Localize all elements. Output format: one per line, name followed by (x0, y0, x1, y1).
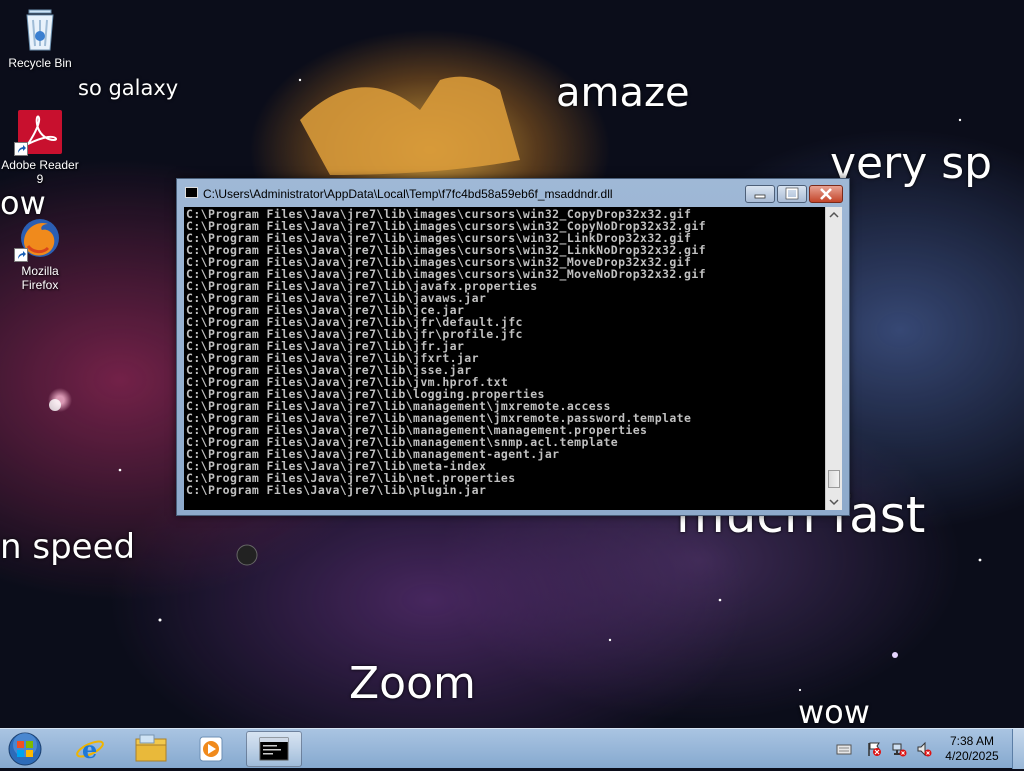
desktop-icon-label: Adobe Reader 9 (1, 158, 79, 186)
recycle-bin-icon (21, 6, 59, 52)
chevron-down-icon (829, 499, 839, 506)
scroll-down-button[interactable] (826, 494, 842, 510)
window-titlebar[interactable]: C:\Users\Administrator\AppData\Local\Tem… (177, 179, 849, 207)
console-window[interactable]: C:\Users\Administrator\AppData\Local\Tem… (176, 178, 850, 516)
svg-text:e: e (82, 735, 97, 764)
desktop-icon-firefox[interactable]: Mozilla Firefox (0, 216, 80, 292)
taskbar: e 7:38 AM 4/20/2025 (0, 728, 1024, 769)
start-orb-icon (8, 732, 42, 766)
shortcut-arrow-icon (14, 248, 28, 262)
start-button[interactable] (4, 731, 46, 767)
close-icon (820, 188, 832, 200)
maximize-button[interactable] (777, 185, 807, 203)
clock-time: 7:38 AM (949, 734, 995, 748)
minimize-icon (754, 194, 766, 199)
scroll-up-button[interactable] (826, 207, 842, 223)
show-desktop-button[interactable] (1012, 729, 1024, 769)
network-icon[interactable] (891, 741, 907, 757)
shortcut-arrow-icon (14, 142, 28, 156)
console-app-icon[interactable] (185, 187, 198, 198)
console-line: C:\Program Files\Java\jre7\lib\plugin.ja… (186, 483, 487, 497)
firefox-icon (14, 216, 62, 262)
media-player-icon (199, 736, 223, 762)
taskbar-console-window[interactable] (246, 731, 302, 767)
close-button[interactable] (809, 185, 843, 203)
internet-explorer-icon: e (76, 735, 104, 764)
console-output-area[interactable]: C:\Program Files\Java\jre7\lib\images\cu… (184, 207, 842, 510)
meme-text-so-galaxy: so galaxy (78, 76, 179, 100)
meme-text-n-speed: n speed (0, 527, 136, 567)
scrollbar-thumb[interactable] (828, 470, 840, 488)
taskbar-file-explorer[interactable] (122, 731, 178, 767)
file-explorer-icon (135, 734, 167, 762)
desktop-icon-recycle-bin[interactable]: Recycle Bin (0, 6, 80, 70)
meme-text-very-sp: very sp (830, 138, 993, 189)
taskbar-media-player[interactable] (182, 731, 238, 767)
desktop-icon-label: Recycle Bin (8, 56, 72, 70)
clock-date: 4/20/2025 (945, 749, 999, 763)
vertical-scrollbar[interactable] (825, 207, 842, 510)
desktop-icon-label: Mozilla Firefox (21, 264, 59, 292)
minimize-button[interactable] (745, 185, 775, 203)
chevron-up-icon (829, 211, 839, 218)
keyboard-icon[interactable] (836, 741, 852, 757)
console-window-icon (259, 737, 289, 761)
adobe-reader-icon (14, 110, 62, 156)
meme-text-zoom: Zoom (349, 658, 476, 709)
maximize-icon (785, 187, 799, 200)
system-clock[interactable]: 7:38 AM 4/20/2025 (930, 734, 1014, 764)
action-center-flag-icon[interactable] (866, 741, 882, 757)
meme-text-wow: wow (798, 693, 870, 731)
window-title: C:\Users\Administrator\AppData\Local\Tem… (203, 187, 613, 201)
taskbar-internet-explorer[interactable]: e (62, 731, 118, 767)
console-output: C:\Program Files\Java\jre7\lib\images\cu… (186, 208, 706, 496)
meme-text-amaze: amaze (556, 70, 690, 116)
desktop-icon-adobe-reader[interactable]: Adobe Reader 9 (0, 110, 80, 186)
